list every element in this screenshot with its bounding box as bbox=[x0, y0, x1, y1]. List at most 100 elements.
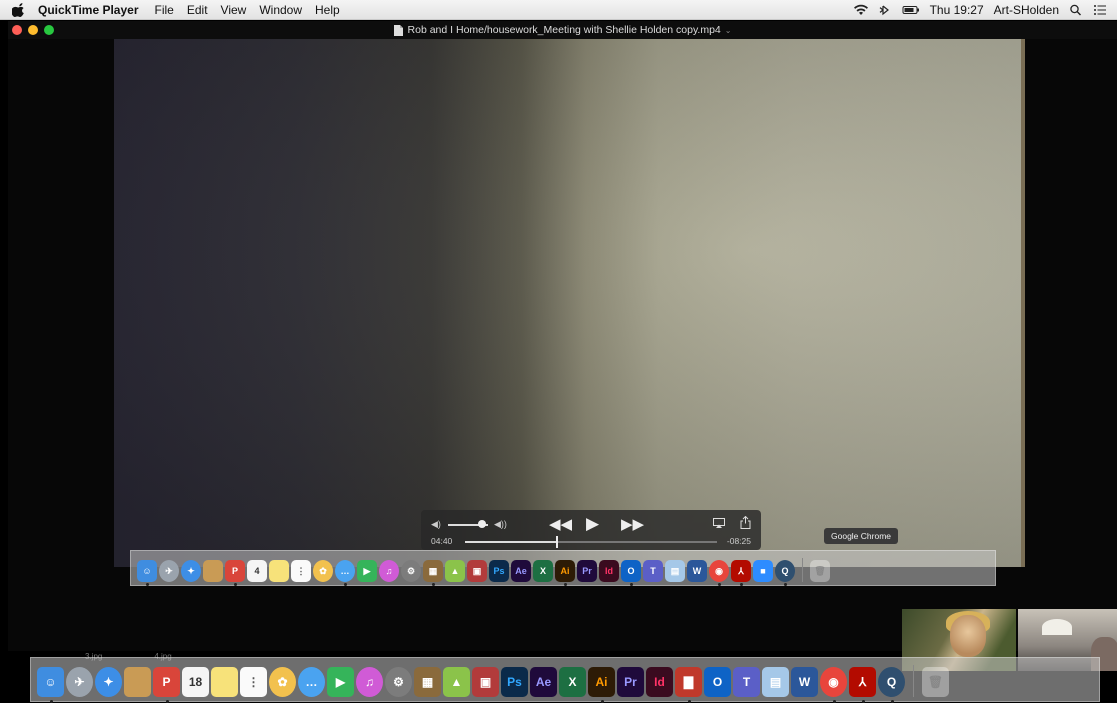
trash-icon[interactable]: 🗑 bbox=[922, 667, 949, 697]
dock-messages-icon[interactable]: … bbox=[298, 667, 325, 697]
dock-system-preferences-icon[interactable]: ⚙ bbox=[385, 667, 412, 697]
dock-separator bbox=[802, 558, 803, 582]
minimize-window-button[interactable] bbox=[28, 25, 38, 35]
clock[interactable]: Thu 19:27 bbox=[930, 3, 984, 17]
running-indicator bbox=[564, 583, 567, 586]
spotlight-search-icon[interactable] bbox=[1069, 4, 1083, 16]
fullscreen-window-button[interactable] bbox=[44, 25, 54, 35]
dock-system-preferences-icon[interactable]: ⚙ bbox=[401, 560, 421, 582]
dock-calendar-icon[interactable]: 18 bbox=[182, 667, 209, 697]
dock-android-icon[interactable]: ▲ bbox=[443, 667, 470, 697]
dock-safari-icon[interactable]: ✦ bbox=[95, 667, 122, 697]
apple-icon[interactable] bbox=[12, 2, 26, 17]
dock-chrome-icon[interactable]: ◉ bbox=[820, 667, 847, 703]
dock-teams-icon[interactable]: T bbox=[643, 560, 663, 582]
dock-premiere-icon[interactable]: Pr bbox=[577, 560, 597, 582]
video-shading bbox=[114, 39, 1021, 567]
fast-forward-button[interactable]: ▶▶ bbox=[621, 515, 644, 533]
menu-help[interactable]: Help bbox=[315, 3, 340, 17]
chevron-down-icon[interactable]: ⌄ bbox=[725, 26, 732, 35]
dock-photos-icon[interactable]: ✿ bbox=[313, 560, 333, 582]
menu-view[interactable]: View bbox=[221, 3, 247, 17]
dock-notes-icon[interactable] bbox=[269, 560, 289, 582]
wifi-icon[interactable] bbox=[853, 4, 868, 16]
dock-indesign-icon[interactable]: Id bbox=[599, 560, 619, 582]
dock-reminders-icon[interactable]: ⋮ bbox=[240, 667, 267, 697]
scrubber-bar[interactable] bbox=[465, 536, 717, 548]
video-frame[interactable] bbox=[114, 39, 1021, 567]
dock-preview-icon[interactable]: ▤ bbox=[762, 667, 789, 697]
status-area: Thu 19:27 Art-SHolden bbox=[853, 3, 1107, 17]
dock-safari-icon[interactable]: ✦ bbox=[181, 560, 201, 582]
dock-finder-icon[interactable]: ☺ bbox=[137, 560, 157, 586]
share-icon[interactable] bbox=[740, 516, 751, 529]
dock-after-effects-icon[interactable]: Ae bbox=[511, 560, 531, 582]
dock-premiere-icon[interactable]: Pr bbox=[617, 667, 644, 697]
dock-word-icon[interactable]: W bbox=[791, 667, 818, 697]
dock-outlook-icon[interactable]: O bbox=[704, 667, 731, 697]
dock-calendar-icon[interactable]: 4 bbox=[247, 560, 267, 582]
participant-face bbox=[950, 615, 986, 657]
app-menu[interactable]: QuickTime Player bbox=[38, 3, 139, 17]
user-name[interactable]: Art-SHolden bbox=[994, 3, 1059, 17]
dock-illustrator-icon[interactable]: Ai bbox=[588, 667, 615, 703]
dock-acrobat-icon[interactable]: ⅄ bbox=[849, 667, 876, 703]
dock-preview-icon[interactable]: ▤ bbox=[665, 560, 685, 582]
dock-indesign-icon[interactable]: Id bbox=[646, 667, 673, 697]
dock-photo-booth-icon[interactable]: P bbox=[153, 667, 180, 703]
battery-icon[interactable] bbox=[902, 4, 920, 16]
rewind-button[interactable]: ◀◀ bbox=[549, 515, 572, 533]
elapsed-time: 04:40 bbox=[431, 536, 453, 546]
dock-photoshop-icon[interactable]: Ps bbox=[489, 560, 509, 582]
dock-notes-icon[interactable] bbox=[211, 667, 238, 697]
dock-after-effects-icon[interactable]: Ae bbox=[530, 667, 557, 697]
dock-minecraft-icon[interactable]: ▦ bbox=[414, 667, 441, 697]
dock-outlook-icon[interactable]: O bbox=[621, 560, 641, 586]
dock-teams-icon[interactable]: T bbox=[733, 667, 760, 697]
scrubber-playhead[interactable] bbox=[555, 536, 558, 548]
close-window-button[interactable] bbox=[12, 25, 22, 35]
title-bar[interactable]: Rob and I Home/housework_Meeting with Sh… bbox=[8, 21, 1117, 39]
dock-finder-icon[interactable]: ☺ bbox=[37, 667, 64, 703]
dock-excel-icon[interactable]: X bbox=[559, 667, 586, 697]
dock-itunes-icon[interactable]: ♫ bbox=[356, 667, 383, 697]
recorded-dock: ☺ ✈ ✦ P 4 ⋮ ✿… ▶ ♫ ⚙ ▦ ▲ ▣ Ps Ae X Ai Pr Id O T ▤ W ◉ ⅄ ■ Q 🗑 bbox=[130, 550, 996, 586]
dock-excel-icon[interactable]: X bbox=[533, 560, 553, 582]
dock-launchpad-icon[interactable]: ✈ bbox=[159, 560, 179, 582]
dock-illustrator-icon[interactable]: Ai bbox=[555, 560, 575, 586]
dock-messages-icon[interactable]: … bbox=[335, 560, 355, 586]
menu-file[interactable]: File bbox=[155, 3, 174, 17]
dock-quicktime-icon[interactable]: Q bbox=[775, 560, 795, 586]
airplay-icon[interactable] bbox=[713, 518, 725, 528]
dock-zoom-icon[interactable]: ■ bbox=[753, 560, 773, 582]
dock-word-icon[interactable]: W bbox=[687, 560, 707, 582]
notification-center-icon[interactable] bbox=[1093, 4, 1107, 16]
dock-facetime-icon[interactable]: ▶ bbox=[327, 667, 354, 697]
document-icon bbox=[393, 24, 403, 36]
dock-android-icon[interactable]: ▲ bbox=[445, 560, 465, 582]
dock-launchpad-icon[interactable]: ✈ bbox=[66, 667, 93, 697]
dock-acrobat-icon[interactable]: ⅄ bbox=[731, 560, 751, 586]
dock-chrome-icon[interactable]: ◉ bbox=[709, 560, 729, 586]
trash-icon[interactable]: 🗑 bbox=[810, 560, 830, 582]
volume-slider-knob[interactable] bbox=[478, 520, 486, 528]
menu-edit[interactable]: Edit bbox=[187, 3, 208, 17]
dock-video-app-icon[interactable]: ▇ bbox=[675, 667, 702, 703]
dock-facetime-icon[interactable]: ▶ bbox=[357, 560, 377, 582]
dock-itunes-icon[interactable]: ♫ bbox=[379, 560, 399, 582]
bluetooth-icon[interactable] bbox=[878, 4, 892, 16]
dock-folder-icon[interactable] bbox=[203, 560, 223, 582]
dock-games-icon[interactable]: ▣ bbox=[467, 560, 487, 582]
dock-photoshop-icon[interactable]: Ps bbox=[501, 667, 528, 697]
dock-quicktime-icon[interactable]: Q bbox=[878, 667, 905, 703]
menu-bar: QuickTime Player File Edit View Window H… bbox=[0, 0, 1117, 20]
dock-games-icon[interactable]: ▣ bbox=[472, 667, 499, 697]
menu-window[interactable]: Window bbox=[259, 3, 302, 17]
dock-minecraft-icon[interactable]: ▦ bbox=[423, 560, 443, 586]
dock-photo-booth-icon[interactable]: P bbox=[225, 560, 245, 586]
dock-folder-icon[interactable] bbox=[124, 667, 151, 697]
dock-photos-icon[interactable]: ✿ bbox=[269, 667, 296, 697]
dock: ☺ ✈ ✦ P 18 ⋮ ✿… ▶ ♫ ⚙ ▦ ▲ ▣ Ps Ae X Ai Pr Id ▇ O T ▤ W ◉ ⅄ Q 🗑 bbox=[30, 657, 1100, 703]
play-button[interactable]: ▶ bbox=[586, 514, 599, 534]
dock-reminders-icon[interactable]: ⋮ bbox=[291, 560, 311, 582]
